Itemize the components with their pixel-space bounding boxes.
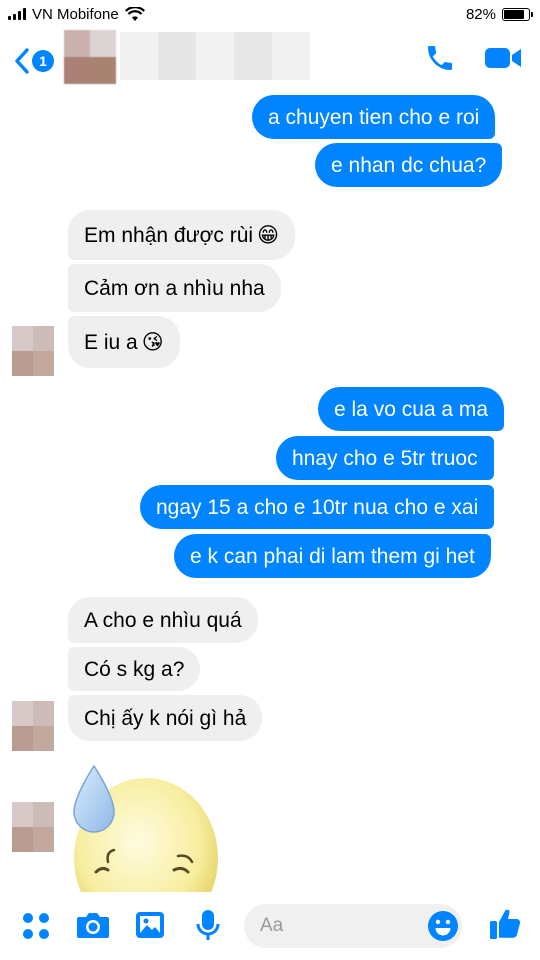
- messenger-chat-screen: VN Mobifone 82% 1 a chuyen tien cho e ro…: [0, 0, 540, 960]
- message-bubble-incoming[interactable]: A cho e nhìu quá: [68, 597, 258, 643]
- message-input-placeholder: Aa: [260, 915, 284, 936]
- grinning-face-emoji: 😁: [257, 222, 279, 247]
- message-bubble-incoming[interactable]: Em nhận được rùi 😁: [68, 210, 295, 260]
- message-text: Có s kg a?: [84, 657, 185, 681]
- message-text: hnay cho e 5tr truoc: [292, 446, 478, 470]
- contact-avatar[interactable]: [64, 30, 116, 84]
- message-text: e la vo cua a ma: [334, 397, 489, 421]
- gallery-icon[interactable]: [134, 910, 166, 940]
- sender-avatar[interactable]: [12, 802, 54, 852]
- message-text: e k can phai di lam them gi het: [190, 544, 475, 568]
- message-text: ngay 15 a cho e 10tr nua cho e xai: [156, 495, 479, 519]
- carrier-name: VN Mobifone: [32, 5, 119, 23]
- message-bubble-outgoing[interactable]: ngay 15 a cho e 10tr nua cho e xai: [140, 485, 495, 529]
- message-bubble-incoming[interactable]: Có s kg a?: [68, 647, 201, 691]
- message-bubble-outgoing[interactable]: e nhan dc chua?: [315, 143, 503, 187]
- sender-avatar[interactable]: [12, 326, 54, 376]
- unread-count-badge: 1: [32, 50, 54, 72]
- message-bubble-outgoing[interactable]: hnay cho e 5tr truoc: [276, 436, 494, 480]
- thumbs-up-icon[interactable]: [488, 907, 522, 941]
- message-bubble-outgoing[interactable]: e k can phai di lam them gi het: [174, 534, 491, 578]
- status-bar: VN Mobifone 82%: [0, 0, 540, 28]
- message-bubble-incoming[interactable]: Cảm ơn a nhìu nha: [68, 264, 281, 312]
- phone-icon[interactable]: [424, 42, 456, 74]
- sender-avatar[interactable]: [12, 701, 54, 751]
- message-text: a chuyen tien cho e roi: [268, 105, 480, 129]
- battery-percent: 82%: [465, 5, 496, 23]
- battery-icon: [502, 7, 533, 21]
- composer-bar: Aa: [0, 892, 540, 960]
- video-camera-icon[interactable]: [484, 44, 522, 72]
- wifi-icon: [124, 6, 145, 21]
- message-text: Cảm ơn a nhìu nha: [84, 276, 265, 300]
- message-bubble-outgoing[interactable]: a chuyen tien cho e roi: [252, 95, 496, 139]
- cell-signal-icon: [8, 8, 26, 20]
- microphone-icon[interactable]: [196, 908, 220, 942]
- nervous-sweat-sticker[interactable]: [68, 762, 224, 892]
- back-chevron-icon: [15, 48, 29, 74]
- message-text: Em nhận được rùi: [84, 223, 254, 247]
- emoji-icon[interactable]: [427, 910, 459, 942]
- message-text: Chị ấy k nói gì hả: [84, 706, 247, 730]
- message-bubble-outgoing[interactable]: e la vo cua a ma: [318, 387, 505, 431]
- message-text: A cho e nhìu quá: [84, 608, 242, 632]
- back-button[interactable]: 1: [14, 47, 54, 75]
- camera-icon[interactable]: [76, 911, 110, 939]
- message-bubble-incoming[interactable]: E iu a 😘: [68, 316, 180, 368]
- kissing-face-emoji: 😘: [141, 329, 164, 354]
- contact-name-redacted[interactable]: [120, 32, 310, 80]
- apps-grid-icon[interactable]: [22, 912, 50, 940]
- message-text: E iu a: [84, 330, 138, 354]
- message-text: e nhan dc chua?: [331, 153, 487, 177]
- chat-header: 1: [0, 28, 540, 94]
- message-bubble-incoming[interactable]: Chị ấy k nói gì hả: [68, 695, 263, 741]
